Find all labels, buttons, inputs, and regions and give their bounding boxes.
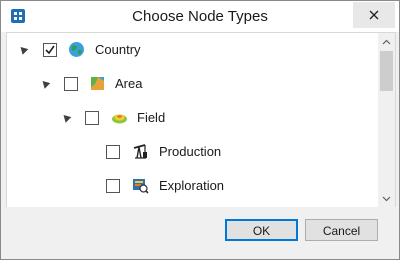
checkbox-exploration[interactable]: [106, 179, 120, 193]
dialog-window: Choose Node Types Country Area Field Pro…: [0, 0, 400, 260]
scroll-up-button[interactable]: [378, 33, 395, 50]
checkbox-production[interactable]: [106, 145, 120, 159]
scroll-down-button[interactable]: [378, 190, 395, 207]
tree-item-label: Exploration: [159, 178, 225, 193]
tree-panel: Country Area Field Production Exploratio…: [6, 32, 396, 208]
tree-item-label: Area: [115, 76, 143, 91]
checkmark-icon: [45, 45, 55, 55]
close-button[interactable]: [353, 2, 395, 28]
globe-icon: [69, 42, 84, 57]
expand-toggle-icon[interactable]: [60, 112, 72, 123]
expand-toggle-icon[interactable]: [17, 44, 29, 55]
checkbox-field[interactable]: [85, 111, 99, 125]
oil-pump-icon: [133, 144, 147, 159]
checkbox-area[interactable]: [64, 77, 78, 91]
chevron-up-icon: [382, 39, 391, 44]
close-icon: [369, 10, 379, 20]
chevron-down-icon: [382, 196, 391, 201]
exploration-icon: [133, 179, 149, 194]
dialog-title: Choose Node Types: [132, 8, 268, 25]
cancel-button[interactable]: Cancel: [305, 219, 378, 241]
node-type-tree[interactable]: Country Area Field Production Exploratio…: [7, 33, 377, 207]
tree-item-field[interactable]: Field: [7, 101, 377, 135]
tree-item-production[interactable]: Production: [7, 135, 377, 169]
ok-button[interactable]: OK: [225, 219, 298, 241]
title-bar[interactable]: Choose Node Types: [1, 1, 399, 32]
tree-item-area[interactable]: Area: [7, 67, 377, 101]
field-icon: [112, 114, 127, 124]
tree-item-label: Production: [159, 144, 222, 159]
checkbox-country[interactable]: [43, 43, 57, 57]
area-map-icon: [91, 77, 104, 90]
vertical-scrollbar[interactable]: [378, 33, 395, 207]
expand-toggle-icon[interactable]: [39, 78, 51, 89]
tree-item-label: Country: [95, 42, 141, 57]
tree-item-label: Field: [137, 110, 166, 125]
dialog-footer: OK Cancel: [1, 207, 399, 259]
tree-item-exploration[interactable]: Exploration: [7, 169, 377, 203]
scrollbar-thumb[interactable]: [380, 51, 393, 91]
tree-item-country[interactable]: Country: [7, 33, 377, 67]
